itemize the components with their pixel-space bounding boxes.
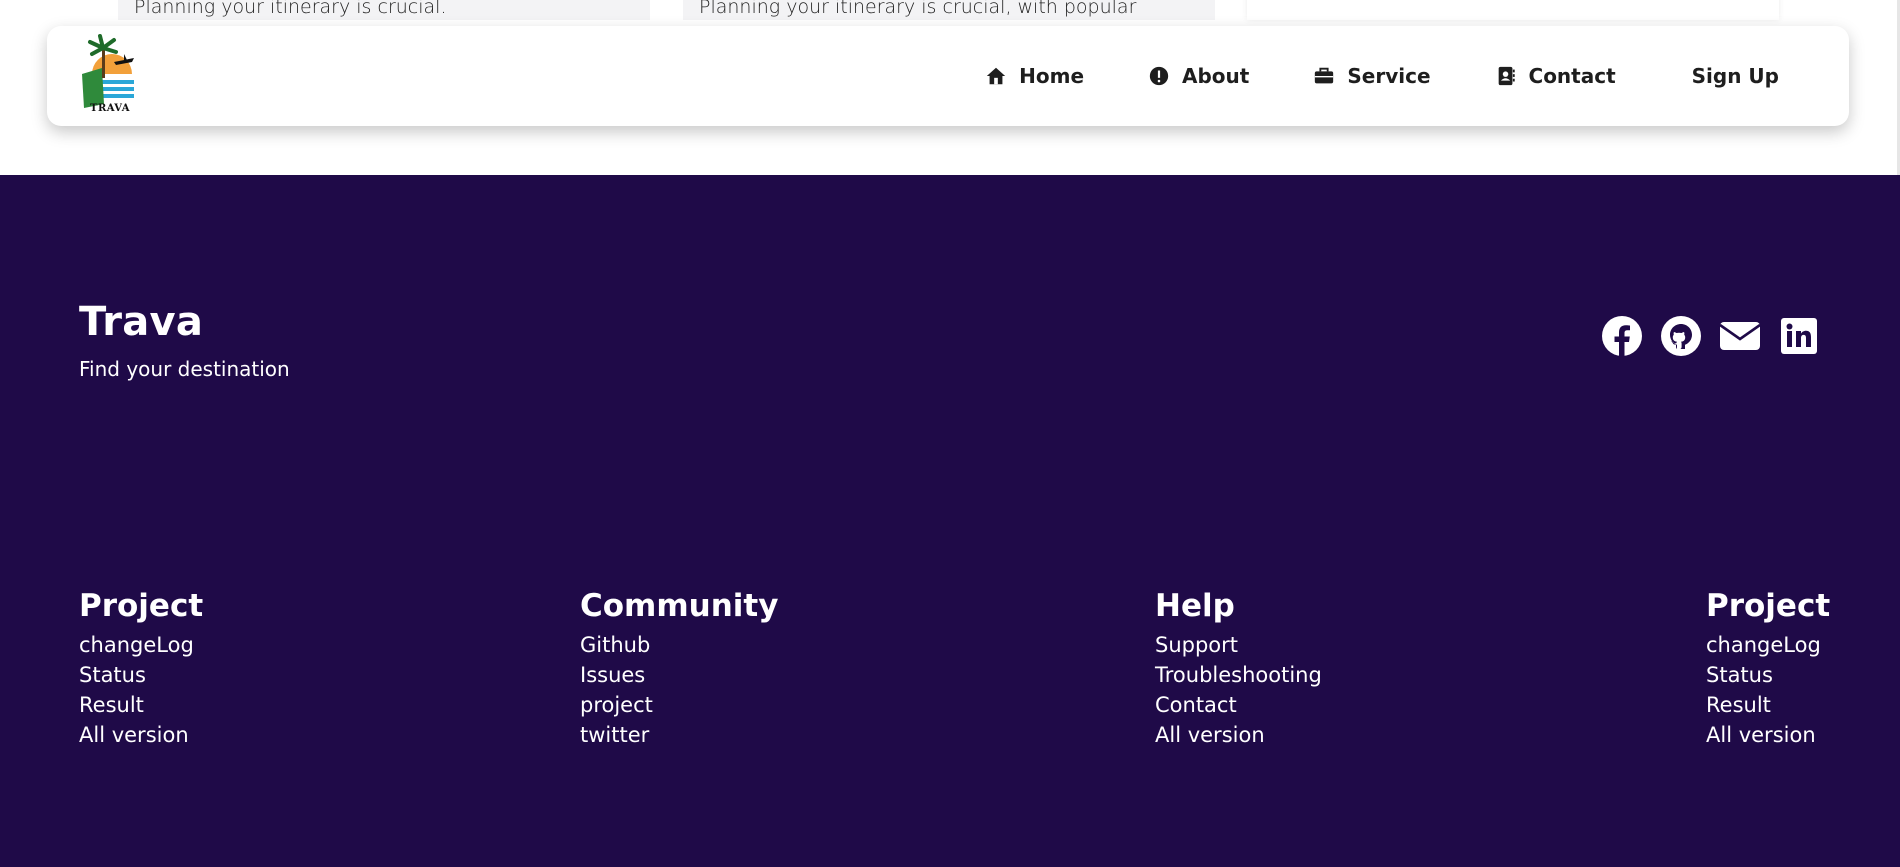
linkedin-icon[interactable]	[1778, 315, 1820, 357]
footer-link[interactable]: changeLog	[79, 630, 203, 660]
footer-brand: Trava	[79, 299, 204, 345]
card-text: Planning your itinerary is crucial, with…	[699, 0, 1137, 18]
briefcase-icon	[1315, 67, 1334, 84]
footer-column-project-2: Project changeLog Status Result All vers…	[1706, 588, 1830, 750]
footer-column-community: Community Github Issues project twitter	[580, 588, 778, 750]
content-card	[1247, 0, 1779, 20]
nav-contact[interactable]: Contact	[1495, 64, 1616, 88]
logo-image	[82, 34, 134, 108]
column-title: Project	[1706, 588, 1831, 624]
footer-link[interactable]: twitter	[580, 720, 778, 750]
footer-tagline: Find your destination	[79, 357, 290, 381]
navbar: TRAVA Home About Service Contact Sign Up	[47, 26, 1849, 126]
nav-about[interactable]: About	[1148, 64, 1249, 88]
footer-column-help: Help Support Troubleshooting Contact All…	[1155, 588, 1322, 750]
page: Planning your itinerary is crucial. Plan…	[0, 0, 1900, 867]
column-title: Project	[79, 588, 204, 624]
nav-contact-label: Contact	[1528, 64, 1616, 88]
signup-label: Sign Up	[1691, 64, 1779, 88]
card-text: Planning your itinerary is crucial.	[134, 0, 447, 18]
footer-link[interactable]: Result	[79, 690, 203, 720]
footer-link[interactable]: Issues	[580, 660, 778, 690]
footer: Trava Find your destination Project chan…	[0, 175, 1900, 867]
contact-book-icon	[1498, 66, 1515, 86]
footer-link[interactable]: changeLog	[1706, 630, 1830, 660]
footer-link[interactable]: Contact	[1155, 690, 1322, 720]
mail-icon[interactable]	[1719, 315, 1761, 357]
nav-links: Home About Service Contact Sign Up	[985, 26, 1779, 126]
nav-service-label: Service	[1347, 64, 1431, 88]
footer-link[interactable]: Status	[79, 660, 203, 690]
footer-link[interactable]: project	[580, 690, 778, 720]
home-icon	[986, 67, 1006, 85]
column-title: Help	[1155, 588, 1235, 624]
nav-home[interactable]: Home	[985, 64, 1084, 88]
logo[interactable]: TRAVA	[80, 32, 136, 114]
footer-link[interactable]: Support	[1155, 630, 1322, 660]
footer-link[interactable]: All version	[1706, 720, 1830, 750]
facebook-icon[interactable]	[1601, 315, 1643, 357]
github-icon[interactable]	[1660, 315, 1702, 357]
footer-link[interactable]: All version	[1155, 720, 1322, 750]
content-card: Planning your itinerary is crucial.	[118, 0, 650, 20]
footer-link[interactable]: All version	[79, 720, 203, 750]
footer-link[interactable]: Troubleshooting	[1155, 660, 1322, 690]
footer-column-project: Project changeLog Status Result All vers…	[79, 588, 203, 750]
footer-link[interactable]: Status	[1706, 660, 1830, 690]
footer-link[interactable]: Result	[1706, 690, 1830, 720]
social-links	[1584, 315, 1820, 357]
column-title: Community	[580, 588, 779, 624]
footer-link[interactable]: Github	[580, 630, 778, 660]
content-card: Planning your itinerary is crucial, with…	[683, 0, 1215, 20]
nav-about-label: About	[1182, 64, 1250, 88]
nav-home-label: Home	[1019, 64, 1085, 88]
signup-button[interactable]: Sign Up	[1692, 64, 1779, 88]
logo-text: TRAVA	[90, 103, 131, 114]
info-icon	[1149, 66, 1169, 86]
nav-service[interactable]: Service	[1313, 64, 1431, 88]
